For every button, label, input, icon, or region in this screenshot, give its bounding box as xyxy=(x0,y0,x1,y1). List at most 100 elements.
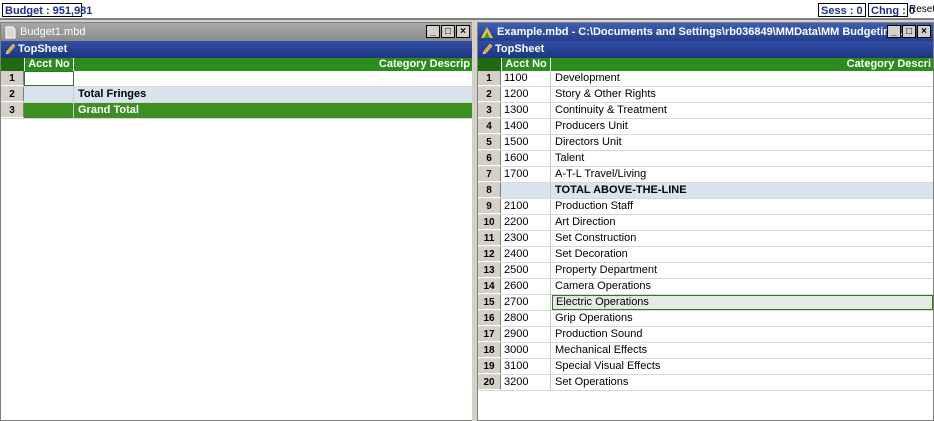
table-row[interactable]: 7 1700 A-T-L Travel/Living xyxy=(478,167,933,183)
category-cell[interactable]: Total Fringes xyxy=(75,87,472,102)
acct-no-cell[interactable]: 2500 xyxy=(501,263,551,278)
category-header[interactable]: Category Descri xyxy=(847,58,931,71)
row-number[interactable]: 1 xyxy=(478,71,501,86)
table-row[interactable]: 12 2400 Set Decoration xyxy=(478,247,933,263)
acct-no-cell[interactable]: 3000 xyxy=(501,343,551,358)
row-number[interactable]: 19 xyxy=(478,359,501,374)
table-row[interactable]: 15 2700 Electric Operations xyxy=(478,295,933,311)
category-header[interactable]: Category Descrip xyxy=(379,58,470,71)
acct-no-cell[interactable]: 1200 xyxy=(501,87,551,102)
category-cell[interactable] xyxy=(75,71,472,86)
row-number[interactable]: 8 xyxy=(478,183,501,198)
acct-no-cell[interactable]: 3200 xyxy=(501,375,551,390)
row-number[interactable]: 10 xyxy=(478,215,501,230)
acct-no-cell[interactable]: 2300 xyxy=(501,231,551,246)
category-cell[interactable]: Continuity & Treatment xyxy=(552,103,933,118)
acct-no-cell[interactable]: 1100 xyxy=(501,71,551,86)
table-row[interactable]: 8 TOTAL ABOVE-THE-LINE xyxy=(478,183,933,199)
acct-no-header[interactable]: Acct No xyxy=(24,58,74,71)
category-cell[interactable]: Art Direction xyxy=(552,215,933,230)
maximize-button[interactable]: □ xyxy=(902,25,916,38)
table-row[interactable]: 1 xyxy=(1,71,472,87)
table-row[interactable]: 9 2100 Production Staff xyxy=(478,199,933,215)
category-cell[interactable]: Production Staff xyxy=(552,199,933,214)
row-number[interactable]: 9 xyxy=(478,199,501,214)
acct-no-cell[interactable] xyxy=(24,71,74,86)
row-number[interactable]: 5 xyxy=(478,135,501,150)
reset-button[interactable]: Reset xyxy=(909,3,934,17)
acct-no-cell[interactable]: 2700 xyxy=(501,295,551,310)
table-row[interactable]: 13 2500 Property Department xyxy=(478,263,933,279)
category-cell[interactable]: Set Construction xyxy=(552,231,933,246)
category-cell[interactable]: Set Operations xyxy=(552,375,933,390)
table-row[interactable]: 6 1600 Talent xyxy=(478,151,933,167)
category-cell[interactable]: Special Visual Effects xyxy=(552,359,933,374)
category-cell[interactable]: Story & Other Rights xyxy=(552,87,933,102)
acct-no-cell[interactable]: 1500 xyxy=(501,135,551,150)
row-number[interactable]: 18 xyxy=(478,343,501,358)
category-cell[interactable]: Production Sound xyxy=(552,327,933,342)
category-cell[interactable]: TOTAL ABOVE-THE-LINE xyxy=(552,183,933,198)
acct-no-cell[interactable]: 3100 xyxy=(501,359,551,374)
table-row[interactable]: 2 Total Fringes xyxy=(1,87,472,103)
row-number[interactable]: 3 xyxy=(1,103,24,118)
acct-no-cell[interactable]: 2600 xyxy=(501,279,551,294)
row-number[interactable]: 20 xyxy=(478,375,501,390)
row-number[interactable]: 14 xyxy=(478,279,501,294)
budget1-titlebar[interactable]: Budget1.mbd _ □ × xyxy=(1,23,472,41)
example-titlebar[interactable]: Example.mbd - C:\Documents and Settings\… xyxy=(478,23,933,41)
category-cell[interactable]: Camera Operations xyxy=(552,279,933,294)
acct-no-cell[interactable]: 2900 xyxy=(501,327,551,342)
category-cell[interactable]: Mechanical Effects xyxy=(552,343,933,358)
row-number[interactable]: 17 xyxy=(478,327,501,342)
sheet-tab[interactable]: TopSheet xyxy=(478,41,933,58)
acct-no-cell[interactable]: 1300 xyxy=(501,103,551,118)
acct-no-cell[interactable]: 2200 xyxy=(501,215,551,230)
row-number[interactable]: 12 xyxy=(478,247,501,262)
acct-no-cell[interactable] xyxy=(24,103,74,118)
row-number[interactable]: 16 xyxy=(478,311,501,326)
acct-no-cell[interactable]: 1400 xyxy=(501,119,551,134)
category-cell[interactable]: Property Department xyxy=(552,263,933,278)
row-number[interactable]: 4 xyxy=(478,119,501,134)
category-cell[interactable]: Grand Total xyxy=(75,103,472,118)
category-cell[interactable]: Development xyxy=(552,71,933,86)
table-row[interactable]: 5 1500 Directors Unit xyxy=(478,135,933,151)
close-button[interactable]: × xyxy=(917,25,931,38)
table-row[interactable]: 3 Grand Total xyxy=(1,103,472,119)
table-row[interactable]: 3 1300 Continuity & Treatment xyxy=(478,103,933,119)
acct-no-cell[interactable]: 2800 xyxy=(501,311,551,326)
row-number[interactable]: 7 xyxy=(478,167,501,182)
category-cell[interactable]: Set Decoration xyxy=(552,247,933,262)
acct-no-cell[interactable] xyxy=(24,87,74,102)
acct-no-cell[interactable]: 2400 xyxy=(501,247,551,262)
table-row[interactable]: 20 3200 Set Operations xyxy=(478,375,933,391)
maximize-button[interactable]: □ xyxy=(441,25,455,38)
acct-no-header[interactable]: Acct No xyxy=(501,58,551,71)
table-row[interactable]: 14 2600 Camera Operations xyxy=(478,279,933,295)
row-number[interactable]: 3 xyxy=(478,103,501,118)
sheet-tab[interactable]: TopSheet xyxy=(1,41,472,58)
category-cell[interactable]: Talent xyxy=(552,151,933,166)
category-cell[interactable]: A-T-L Travel/Living xyxy=(552,167,933,182)
category-cell[interactable]: Grip Operations xyxy=(552,311,933,326)
row-number[interactable]: 15 xyxy=(478,295,501,310)
row-number[interactable]: 11 xyxy=(478,231,501,246)
acct-no-cell[interactable]: 2100 xyxy=(501,199,551,214)
table-row[interactable]: 4 1400 Producers Unit xyxy=(478,119,933,135)
row-number[interactable]: 6 xyxy=(478,151,501,166)
table-row[interactable]: 2 1200 Story & Other Rights xyxy=(478,87,933,103)
table-row[interactable]: 1 1100 Development xyxy=(478,71,933,87)
close-button[interactable]: × xyxy=(456,25,470,38)
category-cell[interactable]: Producers Unit xyxy=(552,119,933,134)
table-row[interactable]: 18 3000 Mechanical Effects xyxy=(478,343,933,359)
table-row[interactable]: 11 2300 Set Construction xyxy=(478,231,933,247)
row-number[interactable]: 2 xyxy=(478,87,501,102)
category-cell[interactable]: Directors Unit xyxy=(552,135,933,150)
acct-no-cell[interactable]: 1700 xyxy=(501,167,551,182)
acct-no-cell[interactable]: 1600 xyxy=(501,151,551,166)
row-number[interactable]: 2 xyxy=(1,87,24,102)
acct-no-cell[interactable] xyxy=(501,183,551,198)
table-row[interactable]: 19 3100 Special Visual Effects xyxy=(478,359,933,375)
table-row[interactable]: 17 2900 Production Sound xyxy=(478,327,933,343)
